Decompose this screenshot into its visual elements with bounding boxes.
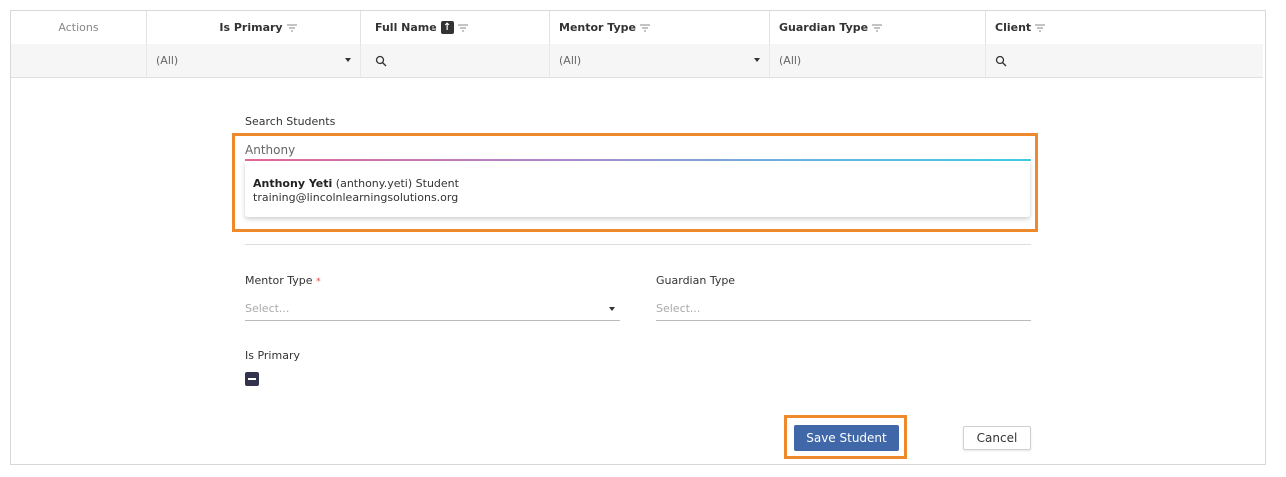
- dropdown-caret-icon[interactable]: [754, 58, 760, 62]
- column-client-label: Client: [995, 21, 1032, 34]
- filter-guardian-type[interactable]: (All): [770, 44, 986, 77]
- mentor-type-label-text: Mentor Type: [245, 274, 313, 287]
- filter-icon[interactable]: [286, 24, 297, 32]
- column-full-name[interactable]: Full Name ↑: [361, 11, 550, 44]
- column-guardian-type-label: Guardian Type: [779, 21, 869, 34]
- filter-icon[interactable]: [1035, 24, 1046, 32]
- guardian-type-select[interactable]: Select...: [656, 302, 1031, 321]
- filter-icon[interactable]: [872, 24, 883, 32]
- save-student-button[interactable]: Save Student: [794, 425, 899, 451]
- mentor-type-label: Mentor Type *: [245, 274, 321, 287]
- dropdown-caret-icon[interactable]: [345, 58, 351, 62]
- cancel-button[interactable]: Cancel: [963, 426, 1031, 450]
- column-is-primary[interactable]: Is Primary: [147, 11, 361, 44]
- filter-mentor-type-value: (All): [559, 54, 582, 67]
- filter-is-primary-value: (All): [156, 54, 179, 67]
- chevron-down-icon[interactable]: [609, 307, 615, 311]
- form-divider: [245, 244, 1031, 245]
- filter-full-name[interactable]: [361, 44, 550, 77]
- is-primary-label: Is Primary: [245, 349, 300, 362]
- column-mentor-type-label: Mentor Type: [559, 21, 637, 34]
- column-full-name-label: Full Name: [375, 21, 437, 34]
- column-actions: Actions: [11, 11, 147, 44]
- mentor-panel: [10, 10, 1266, 465]
- search-results-dropdown: Anthony Yeti (anthony.yeti) Student trai…: [245, 161, 1030, 217]
- sort-ascending-icon[interactable]: ↑: [440, 21, 454, 34]
- column-mentor-type[interactable]: Mentor Type: [550, 11, 770, 44]
- filter-is-primary[interactable]: (All): [147, 44, 361, 77]
- result-email: training@lincolnlearningsolutions.org: [253, 191, 459, 204]
- guardian-type-label: Guardian Type: [656, 274, 736, 287]
- guardian-type-placeholder: Select...: [656, 302, 701, 315]
- filter-client[interactable]: [986, 44, 1263, 77]
- column-guardian-type[interactable]: Guardian Type: [770, 11, 986, 44]
- column-actions-label: Actions: [58, 21, 99, 34]
- column-is-primary-label: Is Primary: [219, 21, 283, 34]
- is-primary-checkbox[interactable]: [245, 372, 259, 386]
- result-username: (anthony.yeti) Student: [335, 177, 459, 190]
- search-result-item[interactable]: Anthony Yeti (anthony.yeti) Student trai…: [253, 177, 459, 205]
- filter-icon[interactable]: [640, 24, 651, 32]
- required-mark: *: [316, 277, 321, 287]
- filter-icon[interactable]: [457, 24, 468, 32]
- filter-guardian-type-value: (All): [779, 54, 802, 67]
- column-client[interactable]: Client: [986, 11, 1263, 44]
- grid-header: Actions Is Primary Full Name ↑ Mentor Ty…: [11, 11, 1263, 45]
- grid-filter-row: (All) (All) (All): [11, 44, 1263, 78]
- mentor-type-placeholder: Select...: [245, 302, 290, 315]
- mentor-type-select[interactable]: Select...: [245, 302, 620, 321]
- filter-mentor-type[interactable]: (All): [550, 44, 770, 77]
- search-icon[interactable]: [375, 55, 387, 67]
- search-icon[interactable]: [995, 55, 1007, 67]
- filter-actions: [11, 44, 147, 77]
- result-name: Anthony Yeti: [253, 177, 333, 190]
- search-students-label: Search Students: [245, 115, 336, 128]
- search-students-input[interactable]: Anthony: [245, 143, 295, 157]
